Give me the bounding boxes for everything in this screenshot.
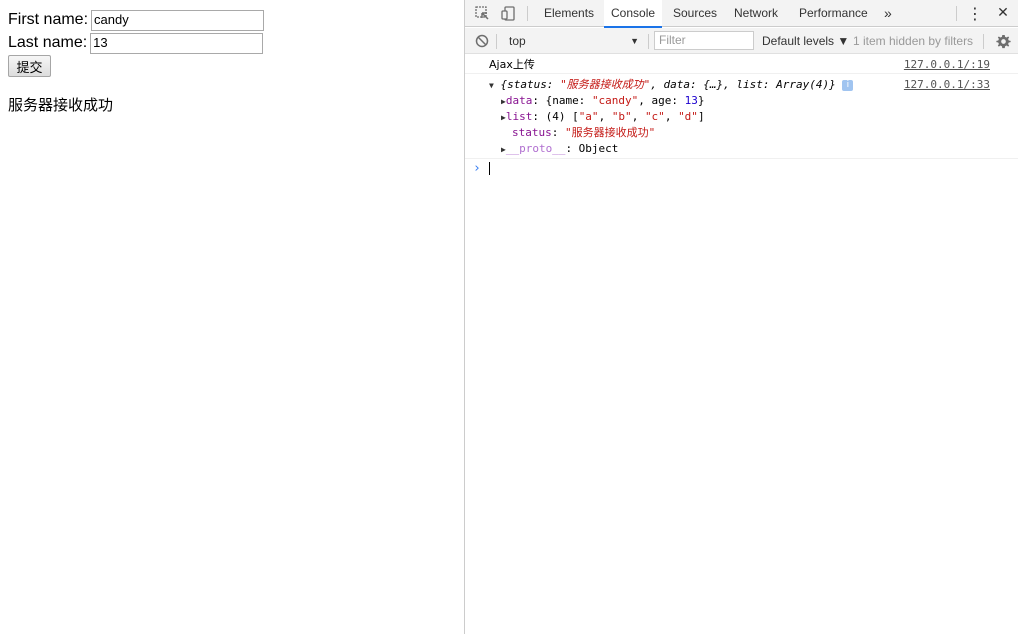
kebab-menu-icon[interactable]: ⋮ (966, 4, 984, 23)
dropdown-arrow-icon: ▼ (630, 36, 639, 46)
tab-performance[interactable]: Performance (792, 0, 875, 27)
property-text: } (697, 94, 705, 107)
first-name-label: First name: (8, 11, 89, 28)
property-string: "candy" (591, 94, 639, 107)
property-text: : (4) [ (532, 110, 579, 123)
hidden-items-note: 1 item hidden by filters (853, 34, 974, 48)
log-text: Ajax上传 (489, 58, 535, 71)
submit-button[interactable]: 提交 (8, 55, 51, 77)
expanded-triangle-icon: ▼ (489, 81, 494, 90)
console-message: Ajax上传 127.0.0.1/:19 (465, 55, 1018, 74)
tab-network[interactable]: Network (727, 0, 785, 27)
page-viewport: First name: candy Last name: 13 提交 服务器接收… (0, 0, 464, 634)
property-string: "服务器接收成功" (565, 126, 656, 139)
toolbar-divider (983, 34, 984, 49)
toolbar-divider (527, 6, 528, 21)
toolbar-divider (496, 34, 497, 49)
console-input-caret[interactable] (489, 162, 490, 175)
device-toolbar-icon[interactable] (499, 4, 517, 22)
console-message: 127.0.0.1/:33 ▼ {status: "服务器接收成功", data… (465, 75, 1018, 159)
context-selector[interactable]: top ▼ (501, 31, 643, 51)
list-item-string: "c" (644, 110, 665, 123)
context-value: top (509, 34, 526, 48)
summary-rest: , data: {…}, list: Array(4)} (650, 78, 836, 91)
settings-gear-icon[interactable] (994, 32, 1012, 50)
property-key: data (505, 94, 533, 107)
tab-sources[interactable]: Sources (666, 0, 724, 27)
property-key: __proto__ (505, 142, 566, 155)
property-proto[interactable]: ▶__proto__: Object (501, 141, 618, 157)
info-icon: i (842, 80, 854, 91)
property-text: : Object (565, 142, 619, 155)
property-key: status (512, 126, 552, 139)
list-item-string: "a" (578, 110, 599, 123)
more-tabs-icon[interactable]: » (877, 0, 899, 27)
property-list[interactable]: ▶list: (4) ["a", "b", "c", "d"] (501, 109, 705, 125)
clear-console-icon[interactable] (473, 32, 491, 50)
close-icon[interactable]: ✕ (994, 4, 1012, 22)
property-text: : {name: (532, 94, 592, 107)
toolbar-divider (956, 6, 957, 21)
inspect-element-icon[interactable] (473, 4, 491, 22)
devtools-panel: Elements Console Sources Network Perform… (464, 0, 1018, 634)
source-link[interactable]: 127.0.0.1/:19 (904, 58, 990, 71)
property-key: list (505, 110, 533, 123)
last-name-label: Last name: (8, 34, 88, 51)
console-prompt-icon: › (473, 161, 481, 176)
property-status: status: "服务器接收成功" (512, 126, 656, 139)
property-data[interactable]: ▶data: {name: "candy", age: 13} (501, 93, 705, 109)
property-text: , age: (638, 94, 685, 107)
first-name-row: First name: candy (8, 9, 265, 31)
first-name-input[interactable]: candy (91, 9, 265, 31)
response-message: 服务器接收成功 (8, 96, 114, 114)
devtools-tabbar: Elements Console Sources Network Perform… (465, 0, 1018, 28)
property-number: 13 (684, 94, 698, 107)
source-link[interactable]: 127.0.0.1/:33 (904, 78, 990, 91)
toolbar-divider (648, 34, 649, 49)
log-levels-dropdown[interactable]: Default levels ▼ (762, 31, 849, 51)
summary-open: {status: (500, 78, 561, 91)
last-name-input[interactable]: 13 (90, 32, 264, 54)
tab-console[interactable]: Console (604, 0, 663, 28)
last-name-row: Last name: 13 (8, 32, 264, 54)
property-text: ] (697, 110, 705, 123)
summary-status: "服务器接收成功" (560, 78, 651, 91)
filter-input[interactable]: Filter (654, 31, 754, 50)
list-item-string: "b" (611, 110, 632, 123)
list-item-string: "d" (678, 110, 698, 123)
console-toolbar: top ▼ Filter Default levels ▼ 1 item hid… (465, 28, 1018, 54)
object-summary[interactable]: ▼ {status: "服务器接收成功", data: {…}, list: A… (489, 77, 854, 93)
console-output: Ajax上传 127.0.0.1/:19 127.0.0.1/:33 ▼ {st… (465, 55, 1018, 634)
tab-elements[interactable]: Elements (537, 0, 601, 27)
